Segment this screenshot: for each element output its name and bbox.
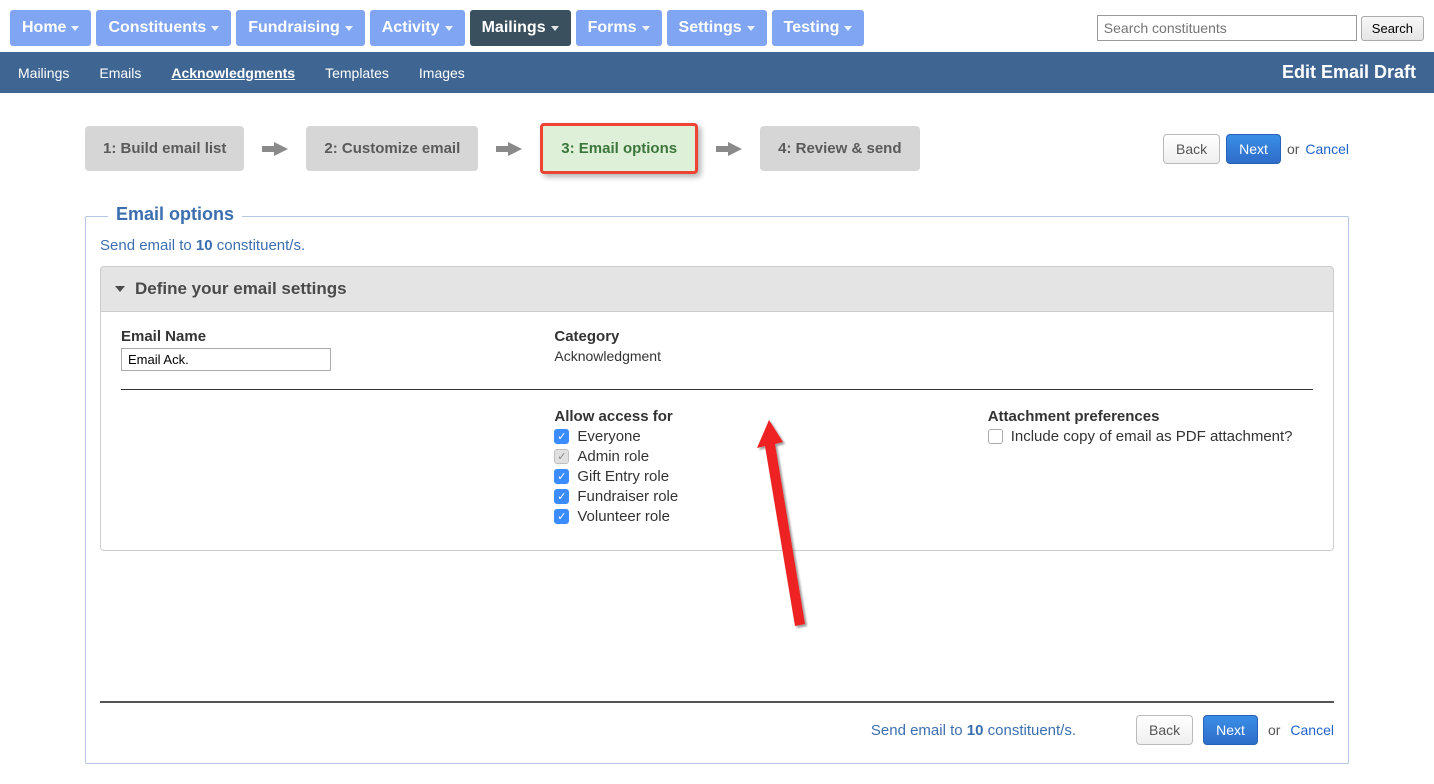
pdf-attachment-checkbox[interactable] [988, 429, 1003, 444]
category-value: Acknowledgment [554, 348, 947, 364]
cancel-link[interactable]: Cancel [1305, 141, 1349, 157]
nav-tab-constituents[interactable]: Constituents [96, 10, 231, 46]
subnav-acknowledgments[interactable]: Acknowledgments [171, 65, 295, 81]
access-label: Volunteer role [577, 508, 670, 525]
nav-tab-home[interactable]: Home [10, 10, 91, 46]
nav-tab-settings[interactable]: Settings [667, 10, 767, 46]
next-button-bottom[interactable]: Next [1203, 715, 1258, 745]
chevron-down-icon [747, 26, 755, 31]
nav-tab-activity[interactable]: Activity [370, 10, 465, 46]
search-form: Search [1097, 15, 1424, 41]
sub-nav: Mailings Emails Acknowledgments Templates Im… [0, 52, 1434, 93]
top-nav: HomeConstituentsFundraisingActivityMaili… [0, 0, 1434, 46]
bottom-bar: Send email to 10 constituent/s. Back Nex… [100, 701, 1334, 745]
chevron-down-icon [642, 26, 650, 31]
subnav-images[interactable]: Images [419, 65, 465, 81]
access-checkbox-everyone[interactable] [554, 429, 569, 444]
subnav-mailings[interactable]: Mailings [18, 65, 69, 81]
arrow-right-icon [728, 142, 742, 156]
back-button[interactable]: Back [1163, 134, 1220, 164]
wizard-step-3[interactable]: 3: Email options [540, 123, 698, 174]
search-button[interactable]: Search [1361, 16, 1424, 41]
attachment-prefs-label: Attachment preferences [988, 408, 1381, 425]
chevron-down-icon [71, 26, 79, 31]
access-label: Everyone [577, 428, 640, 445]
accordion-header[interactable]: Define your email settings [100, 266, 1334, 312]
next-button[interactable]: Next [1226, 134, 1281, 164]
category-label: Category [554, 328, 947, 345]
chevron-down-icon [345, 26, 353, 31]
access-checkbox-gift-entry-role[interactable] [554, 469, 569, 484]
access-label: Admin role [577, 448, 649, 465]
search-input[interactable] [1097, 15, 1357, 41]
accordion-title: Define your email settings [135, 279, 347, 299]
pdf-attachment-label: Include copy of email as PDF attachment? [1011, 428, 1293, 445]
access-label: Gift Entry role [577, 468, 669, 485]
email-name-input[interactable] [121, 348, 331, 371]
email-options-panel: Email options Send email to 10 constitue… [85, 216, 1349, 764]
chevron-down-icon [844, 26, 852, 31]
send-info-bottom: Send email to 10 constituent/s. [871, 722, 1076, 739]
nav-tab-mailings[interactable]: Mailings [470, 10, 571, 46]
arrow-right-icon [508, 142, 522, 156]
nav-tab-testing[interactable]: Testing [772, 10, 865, 46]
email-name-label: Email Name [121, 328, 514, 345]
nav-tab-fundraising[interactable]: Fundraising [236, 10, 365, 46]
subnav-templates[interactable]: Templates [325, 65, 389, 81]
arrow-right-icon [274, 142, 288, 156]
access-checkbox-volunteer-role[interactable] [554, 509, 569, 524]
chevron-down-icon [115, 286, 125, 292]
wizard-step-2[interactable]: 2: Customize email [306, 126, 478, 171]
or-text: or [1287, 141, 1299, 157]
accordion-body: Email Name Category Acknowledgment Allow… [100, 312, 1334, 551]
panel-legend: Email options [108, 204, 242, 225]
wizard-step-1[interactable]: 1: Build email list [85, 126, 244, 171]
back-button-bottom[interactable]: Back [1136, 715, 1193, 745]
access-label: Fundraiser role [577, 488, 678, 505]
cancel-link-bottom[interactable]: Cancel [1290, 722, 1334, 738]
send-info-top: Send email to 10 constituent/s. [100, 237, 1334, 254]
wizard-step-4[interactable]: 4: Review & send [760, 126, 919, 171]
or-text-bottom: or [1268, 722, 1280, 738]
nav-tab-forms[interactable]: Forms [576, 10, 662, 46]
chevron-down-icon [551, 26, 559, 31]
chevron-down-icon [445, 26, 453, 31]
allow-access-label: Allow access for [554, 408, 947, 425]
access-checkbox-admin-role [554, 449, 569, 464]
page-title: Edit Email Draft [1282, 62, 1416, 83]
chevron-down-icon [211, 26, 219, 31]
wizard: 1: Build email list 2: Customize email 3: … [85, 123, 1349, 174]
access-checkbox-fundraiser-role[interactable] [554, 489, 569, 504]
subnav-emails[interactable]: Emails [99, 65, 141, 81]
